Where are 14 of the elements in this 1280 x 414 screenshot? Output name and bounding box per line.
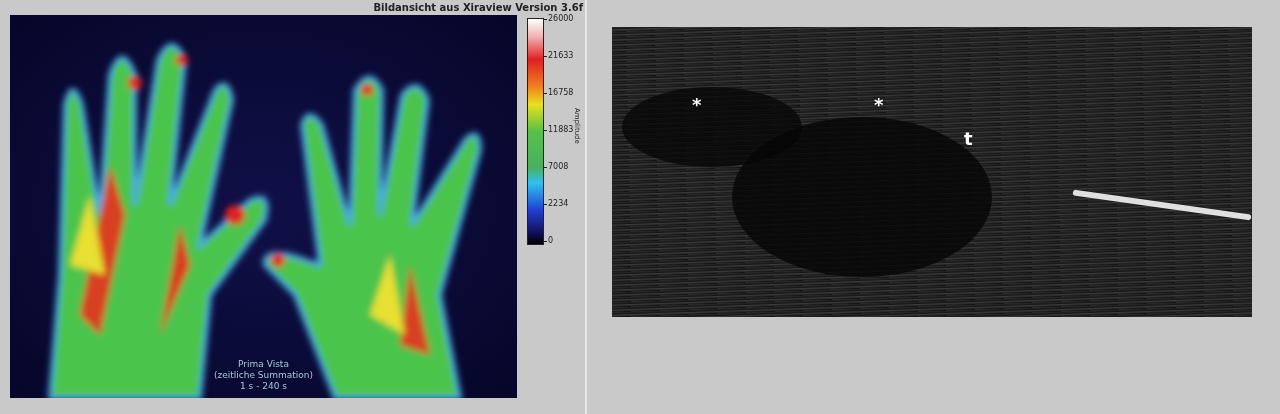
scale-tick-label: 2234 (548, 199, 569, 209)
image-marker: * (692, 95, 702, 115)
scale-tick-label: 7008 (548, 162, 569, 172)
image-marker: * (874, 95, 884, 115)
window-title: Bildansicht aus Xiraview Version 3.6f (373, 1, 583, 14)
scale-tick-label: 16758 (548, 88, 574, 98)
image-caption: Prima Vista (238, 359, 289, 370)
image-caption: (zeitliche Summation) (213, 370, 314, 381)
image-marker: t (964, 129, 973, 149)
scale-tick-label: 0 (548, 236, 554, 246)
scale-tick-label: 21633 (548, 51, 574, 61)
scale-tick-label: 26000 (548, 14, 574, 24)
image-caption: 1 s - 240 s (240, 381, 287, 392)
scale-tick-label: 11883 (548, 125, 574, 134)
